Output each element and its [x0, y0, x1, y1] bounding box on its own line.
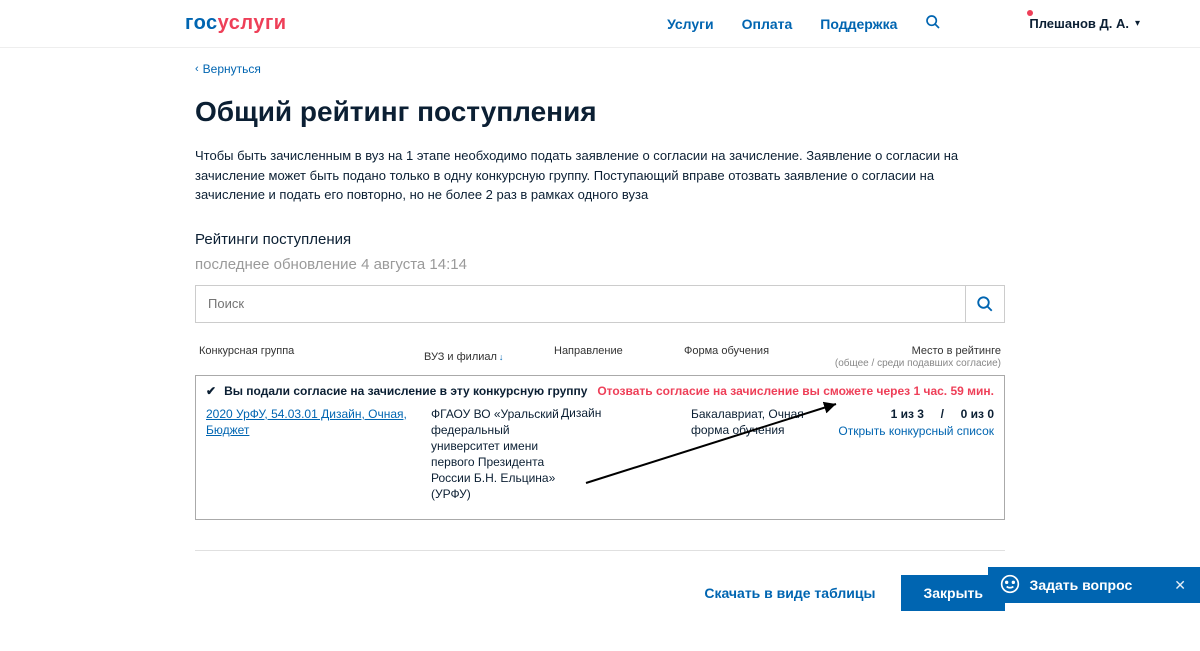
chat-ask-button[interactable]: Задать вопрос ✕: [988, 567, 1200, 603]
chevron-down-icon: ▾: [1135, 18, 1140, 29]
top-nav: Услуги Оплата Поддержка Плешанов Д. А. ▾: [667, 14, 1140, 33]
group-link[interactable]: 2020 УрФУ, 54.03.01 Дизайн, Очная, Бюдже…: [206, 407, 407, 438]
place-col: 1 из 3 / 0 из 0 Открыть конкурсный списо…: [831, 406, 994, 503]
search-bar: [195, 285, 1005, 323]
section-heading: Рейтинги поступления: [195, 231, 1005, 248]
back-link[interactable]: ‹ Вернуться: [195, 62, 1005, 76]
nav-pay[interactable]: Оплата: [742, 16, 793, 32]
col-form: Форма обучения: [684, 345, 824, 369]
col-dir: Направление: [554, 345, 684, 369]
chevron-left-icon: ‹: [195, 63, 199, 75]
download-link[interactable]: Скачать в виде таблицы: [704, 585, 875, 601]
nav-support[interactable]: Поддержка: [820, 16, 897, 32]
search-input[interactable]: [195, 285, 965, 323]
divider: [195, 550, 1005, 551]
header: госуслуги Услуги Оплата Поддержка Плешан…: [0, 0, 1200, 48]
dir-text: Дизайн: [561, 406, 691, 503]
open-list-link[interactable]: Открыть конкурсный список: [838, 424, 994, 438]
col-group: Конкурсная группа: [199, 345, 424, 369]
search-icon: [976, 295, 994, 313]
nav-services[interactable]: Услуги: [667, 16, 714, 32]
check-icon: ✔: [206, 384, 216, 398]
user-menu[interactable]: Плешанов Д. А. ▾: [1029, 16, 1140, 31]
main-content: ‹ Вернуться Общий рейтинг поступления Чт…: [195, 48, 1005, 651]
search-icon[interactable]: [925, 14, 941, 33]
page-title: Общий рейтинг поступления: [195, 96, 1005, 128]
col-place: Место в рейтинге (общее / среди подавших…: [824, 345, 1001, 369]
table-header: Конкурсная группа ВУЗ и филиал ↓ Направл…: [195, 345, 1005, 375]
intro-text: Чтобы быть зачисленным в вуз на 1 этапе …: [195, 146, 1005, 205]
rating-row: ✔ Вы подали согласие на зачисление в эту…: [195, 375, 1005, 520]
consent-given-text: Вы подали согласие на зачисление в эту к…: [224, 384, 587, 398]
footer-actions: Скачать в виде таблицы Закрыть: [195, 575, 1005, 611]
form-text: Бакалавриат, Очная форма обучения: [691, 406, 831, 503]
close-chat-icon[interactable]: ✕: [1174, 577, 1186, 594]
chat-icon: [1000, 574, 1020, 597]
last-updated: последнее обновление 4 августа 14:14: [195, 256, 1005, 273]
search-button[interactable]: [965, 285, 1005, 323]
vuz-text: ФГАОУ ВО «Уральский федеральный универси…: [431, 406, 561, 503]
sort-icon: ↓: [499, 352, 504, 362]
col-vuz[interactable]: ВУЗ и филиал ↓: [424, 345, 554, 369]
logo[interactable]: госуслуги: [185, 12, 287, 35]
user-name: Плешанов Д. А.: [1029, 16, 1129, 31]
withdraw-countdown: Отозвать согласие на зачисление вы сможе…: [597, 384, 994, 398]
